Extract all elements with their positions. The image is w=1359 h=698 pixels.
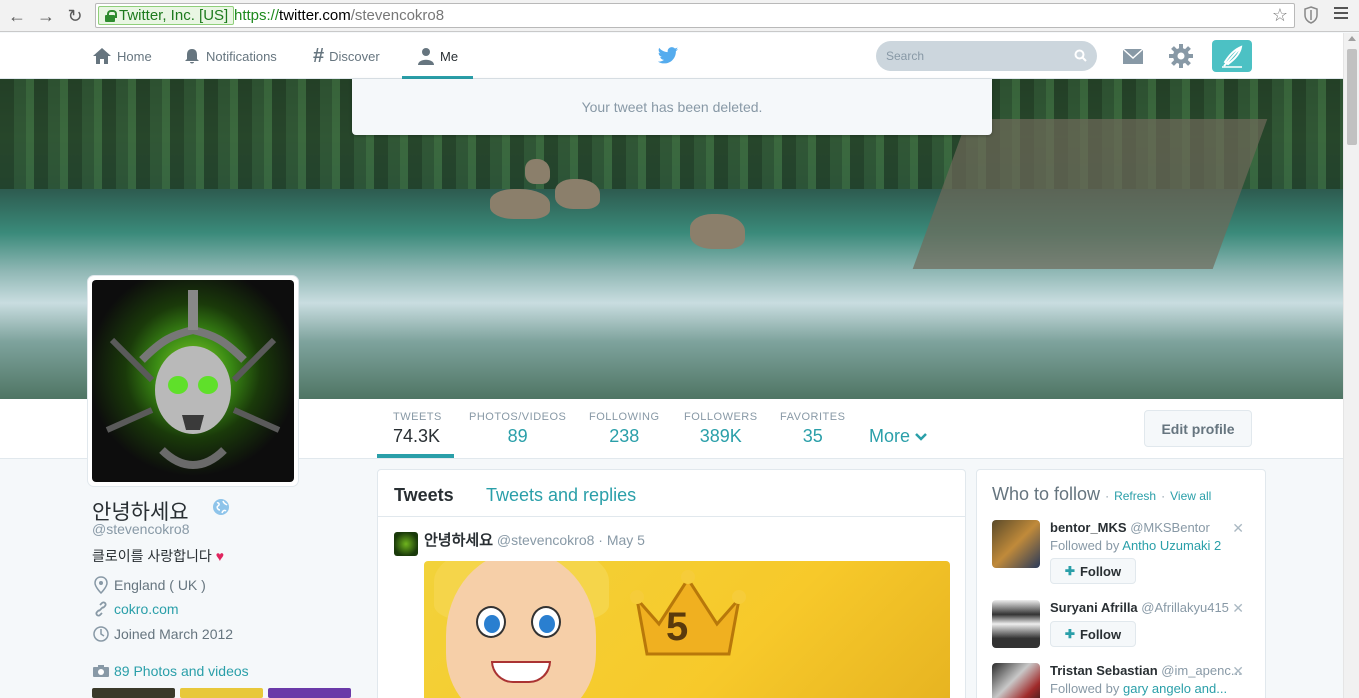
edit-profile-button[interactable]: Edit profile bbox=[1144, 410, 1252, 447]
photos-videos-link[interactable]: 89 Photos and videos bbox=[92, 663, 249, 679]
nav-notifications[interactable]: Notifications bbox=[183, 33, 277, 79]
photo-thumbnail[interactable] bbox=[92, 688, 175, 698]
bell-icon bbox=[185, 49, 199, 64]
followed-by-text: Followed by gary angelo and... bbox=[1050, 681, 1228, 696]
tweet-author-handle[interactable]: @stevencokro8 bbox=[497, 532, 594, 548]
shield-icon[interactable] bbox=[1304, 6, 1318, 24]
camera-icon bbox=[93, 665, 109, 677]
location-pin-icon bbox=[94, 576, 108, 594]
forward-icon[interactable]: → bbox=[35, 5, 57, 27]
dismiss-icon[interactable]: ✕ bbox=[1232, 600, 1244, 617]
hashtag-icon: # bbox=[313, 44, 325, 67]
followed-by-link[interactable]: gary angelo and... bbox=[1123, 681, 1227, 696]
search-icon[interactable] bbox=[1074, 49, 1087, 62]
suggestion-screen-name[interactable]: @MKSBentor bbox=[1130, 520, 1210, 535]
photo-thumbnail[interactable] bbox=[180, 688, 263, 698]
back-icon[interactable]: ← bbox=[6, 5, 28, 27]
envelope-icon[interactable] bbox=[1122, 48, 1144, 65]
add-user-icon: ✚ bbox=[1064, 564, 1075, 578]
bookmark-star-icon[interactable]: ☆ bbox=[1272, 5, 1288, 26]
url-text[interactable]: https://twitter.com/stevencokro8 bbox=[234, 7, 444, 24]
clock-icon bbox=[93, 626, 109, 642]
reload-icon[interactable]: ↻ bbox=[64, 5, 86, 27]
more-dropdown[interactable]: More bbox=[869, 426, 927, 447]
suggestion-name[interactable]: Suryani Afrilla bbox=[1050, 600, 1138, 615]
tweet-avatar[interactable] bbox=[394, 532, 418, 556]
dismiss-icon[interactable]: ✕ bbox=[1232, 520, 1244, 537]
browser-toolbar: ← → ↻ Twitter, Inc. [US] https://twitter… bbox=[0, 0, 1359, 32]
who-to-follow-title: Who to follow bbox=[992, 484, 1101, 504]
profile-handle[interactable]: @stevencokro8 bbox=[92, 521, 189, 537]
profile-joined: Joined March 2012 bbox=[92, 625, 233, 643]
photo-thumbnail[interactable] bbox=[268, 688, 351, 698]
tweet-date[interactable]: May 5 bbox=[607, 532, 645, 548]
home-icon bbox=[93, 48, 111, 64]
twitter-bird-icon[interactable] bbox=[657, 46, 679, 66]
who-to-follow-module: Who to follow · Refresh · View all bento… bbox=[976, 469, 1266, 698]
add-user-icon: ✚ bbox=[1064, 627, 1075, 641]
suggestion-screen-name[interactable]: @im_apenc... bbox=[1161, 663, 1241, 678]
dismiss-icon[interactable]: ✕ bbox=[1232, 663, 1244, 680]
profile-website: cokro.com bbox=[92, 600, 179, 618]
profile-bio: 클로이를 사랑합니다 ♥ bbox=[92, 548, 225, 564]
suggestion-name[interactable]: Tristan Sebastian bbox=[1050, 663, 1158, 678]
website-link[interactable]: cokro.com bbox=[114, 601, 179, 617]
stat-followers[interactable]: FOLLOWERS 389K bbox=[684, 411, 758, 447]
timeline-tabs: Tweets Tweets and replies bbox=[378, 470, 965, 517]
address-bar[interactable]: Twitter, Inc. [US] https://twitter.com/s… bbox=[95, 3, 1295, 28]
nav-discover[interactable]: # Discover bbox=[313, 33, 380, 79]
search-input[interactable] bbox=[886, 47, 1066, 65]
follow-button[interactable]: ✚ Follow bbox=[1050, 621, 1136, 647]
active-stat-underline bbox=[377, 454, 454, 458]
followed-by-link[interactable]: Antho Uzumaki 2 bbox=[1122, 538, 1221, 553]
skull-dragon-image bbox=[105, 290, 281, 469]
level-number: 5 bbox=[666, 605, 689, 649]
ev-certificate-badge[interactable]: Twitter, Inc. [US] bbox=[98, 6, 235, 25]
stat-photos-videos[interactable]: PHOTOS/VIDEOS 89 bbox=[469, 411, 566, 447]
person-icon bbox=[418, 48, 434, 65]
stat-following[interactable]: FOLLOWING 238 bbox=[589, 411, 660, 447]
tweet-header: 안녕하세요 @stevencokro8 · May 5 bbox=[424, 532, 645, 549]
timeline: Tweets Tweets and replies 안녕하세요 @stevenc… bbox=[377, 469, 966, 698]
view-all-link[interactable]: View all bbox=[1170, 489, 1211, 503]
nav-home[interactable]: Home bbox=[92, 33, 152, 79]
profile-avatar[interactable] bbox=[88, 276, 298, 486]
suggestion-avatar[interactable] bbox=[992, 600, 1040, 648]
chevron-down-icon bbox=[915, 433, 927, 441]
stat-tweets[interactable]: TWEETS 74.3K bbox=[393, 411, 442, 447]
tweet-media-image[interactable]: 5 bbox=[424, 561, 950, 698]
tweet-author-name[interactable]: 안녕하세요 bbox=[424, 532, 493, 549]
search-box bbox=[876, 41, 1097, 71]
lock-icon bbox=[105, 10, 117, 22]
quill-icon bbox=[1222, 45, 1243, 68]
stat-favorites[interactable]: FAVORITES 35 bbox=[780, 411, 845, 447]
suggestion-avatar[interactable] bbox=[992, 663, 1040, 698]
tab-tweets[interactable]: Tweets bbox=[394, 485, 454, 506]
profile-location: England ( UK ) bbox=[92, 576, 206, 594]
gear-icon[interactable] bbox=[1168, 43, 1194, 69]
scroll-up-icon[interactable] bbox=[1348, 36, 1356, 41]
page-scrollbar[interactable] bbox=[1343, 33, 1359, 698]
globe-icon bbox=[213, 499, 229, 515]
link-icon bbox=[95, 601, 107, 617]
suggestion-avatar[interactable] bbox=[992, 520, 1040, 568]
twitter-topbar: Home Notifications # Discover Me bbox=[0, 33, 1343, 79]
heart-icon: ♥ bbox=[215, 548, 225, 564]
suggestion-name[interactable]: bentor_MKS bbox=[1050, 520, 1127, 535]
scrollbar-thumb[interactable] bbox=[1347, 49, 1357, 145]
browser-menu-icon[interactable] bbox=[1334, 7, 1348, 21]
suggestion-screen-name[interactable]: @Afrillakyu415 bbox=[1141, 600, 1229, 615]
nav-me[interactable]: Me bbox=[402, 33, 473, 79]
tweet-deleted-notice: Your tweet has been deleted. bbox=[352, 79, 992, 135]
compose-tweet-button[interactable] bbox=[1212, 40, 1252, 72]
tab-tweets-and-replies[interactable]: Tweets and replies bbox=[486, 485, 636, 506]
followed-by-text: Followed by Antho Uzumaki 2 bbox=[1050, 538, 1222, 553]
refresh-link[interactable]: Refresh bbox=[1114, 489, 1156, 503]
follow-button[interactable]: ✚ Follow bbox=[1050, 558, 1136, 584]
